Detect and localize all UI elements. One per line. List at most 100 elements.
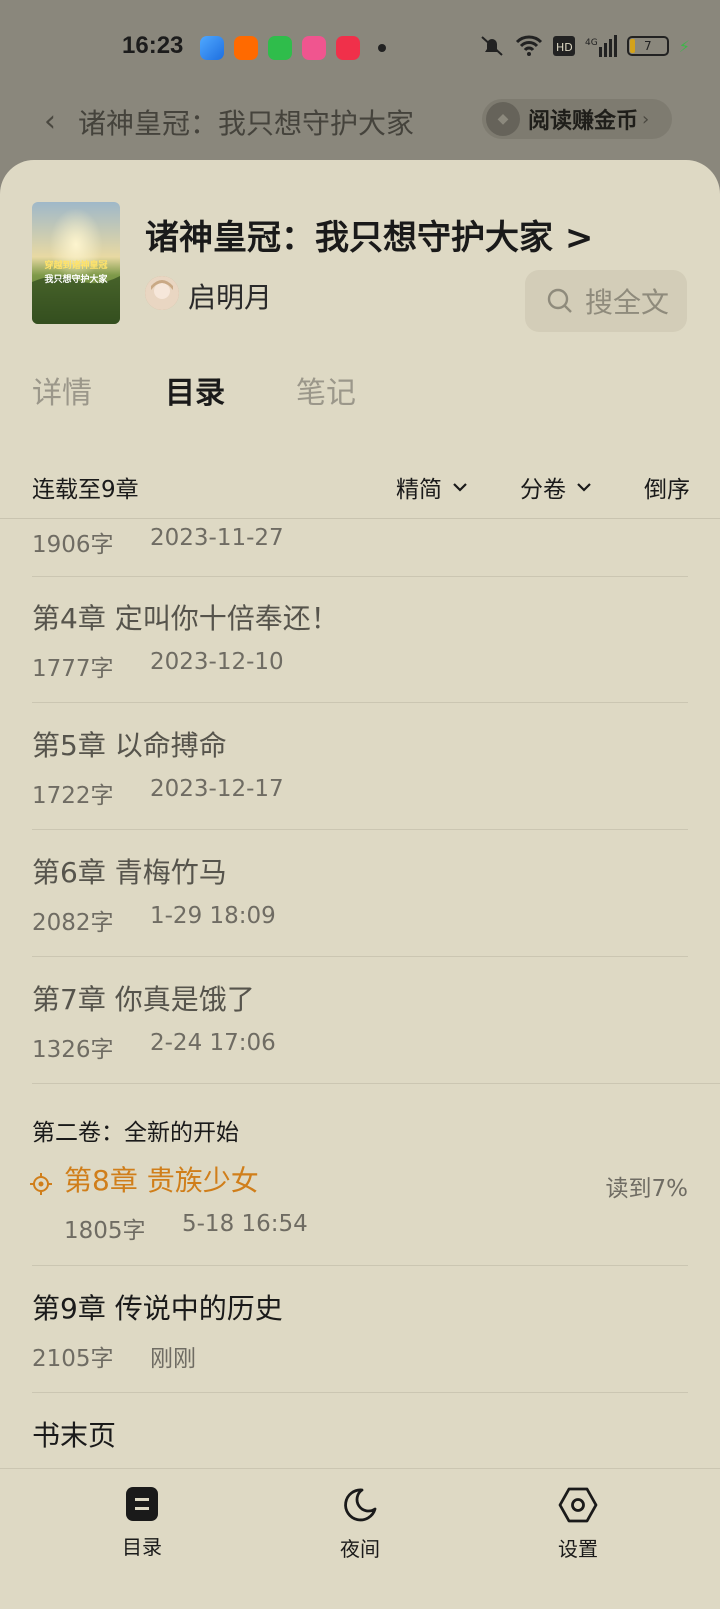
status-time: 16:23 [122, 32, 184, 59]
battery-icon: 7 [626, 36, 669, 56]
notification-icons [200, 36, 386, 60]
tab-catalog[interactable]: 目录 [165, 368, 225, 412]
chapter-row[interactable]: 1906字 2023-11-27 [32, 525, 688, 559]
volume-dropdown[interactable]: 分卷 [520, 470, 592, 504]
chapter-list[interactable]: 1906字 2023-11-27 第4章 定叫你十倍奉还！ 1777字 2023… [0, 519, 720, 1471]
volume-title: 第二卷：全新的开始 [32, 1120, 239, 1146]
more-notifications-icon [378, 44, 386, 52]
chapter-date: 2-24 17:06 [150, 1030, 276, 1056]
filter-label: 精简 [396, 477, 442, 503]
app-green-icon [268, 36, 292, 60]
filter-dropdown[interactable]: 精简 [396, 470, 468, 504]
book-title-link[interactable]: 诸神皇冠：我只想守护大家 > [145, 210, 593, 259]
cover-text-line1: 穿越到诸神皇冠 [44, 259, 107, 271]
hd-icon: HD [552, 36, 575, 56]
chapter-date: 2023-11-27 [150, 525, 284, 551]
reverse-order-button[interactable]: 倒序 [644, 470, 690, 504]
book-end-row[interactable]: 书末页 [32, 1414, 688, 1454]
chapter-words: 1326字 [32, 1037, 114, 1063]
chapter-date: 2023-12-17 [150, 776, 284, 802]
settings-label: 设置 [558, 1537, 598, 1561]
signal-icon: 4G [585, 35, 617, 57]
back-chevron-icon[interactable]: ‹ [44, 104, 56, 139]
serial-status: 连载至9章 [32, 477, 139, 503]
settings-icon [558, 1487, 598, 1523]
chapter-row[interactable]: 第9章 传说中的历史 2105字 刚刚 [32, 1287, 688, 1373]
svg-text:4G: 4G [585, 38, 598, 48]
earn-button-label: 阅读赚金币 [528, 109, 639, 134]
catalog-toolbar: 连载至9章 精简 分卷 倒序 [0, 450, 720, 518]
chapter-words: 1805字 [64, 1218, 146, 1244]
volume-divider [32, 1083, 720, 1084]
chapter-title: 第9章 传说中的历史 [32, 1292, 283, 1325]
row-divider [32, 956, 688, 957]
cover-text-line2: 我只想守护大家 [44, 273, 108, 285]
catalog-sheet: 穿越到诸神皇冠 我只想守护大家 诸神皇冠：我只想守护大家 > 启明月 搜全文 详… [0, 160, 720, 1609]
header-book-title: 诸神皇冠：我只想守护大家 [78, 107, 415, 140]
tab-notes[interactable]: 笔记 [296, 368, 356, 412]
row-divider [32, 1392, 688, 1393]
svg-text:HD: HD [556, 41, 573, 54]
order-label: 倒序 [644, 477, 690, 503]
chapter-title: 第5章 以命搏命 [32, 729, 227, 762]
chapter-words: 2082字 [32, 910, 114, 936]
location-target-icon [30, 1173, 52, 1195]
mute-icon [481, 36, 503, 56]
catalog-label: 目录 [122, 1535, 162, 1559]
chevron-down-icon [577, 483, 591, 492]
row-divider [32, 1265, 688, 1266]
volume-label: 分卷 [520, 477, 566, 503]
catalog-button[interactable]: 目录 [82, 1487, 202, 1560]
chapter-date: 刚刚 [150, 1346, 196, 1372]
author-avatar [145, 276, 179, 310]
search-full-text-button[interactable]: 搜全文 [525, 270, 687, 332]
settings-button[interactable]: 设置 [518, 1487, 638, 1562]
chapter-date: 2023-12-10 [150, 649, 284, 675]
chapter-title: 第8章 贵族少女 [64, 1164, 259, 1197]
night-label: 夜间 [340, 1537, 380, 1561]
row-divider [32, 829, 688, 830]
chapter-words: 2105字 [32, 1346, 114, 1372]
chapter-row[interactable]: 第4章 定叫你十倍奉还！ 1777字 2023-12-10 [32, 597, 688, 683]
book-end-label: 书末页 [32, 1419, 117, 1452]
chapter-row[interactable]: 第7章 你真是饿了 1326字 2-24 17:06 [32, 978, 688, 1064]
chapter-date: 5-18 16:54 [182, 1211, 308, 1237]
chapter-row[interactable]: 第6章 青梅竹马 2082字 1-29 18:09 [32, 851, 688, 937]
chapter-date: 1-29 18:09 [150, 903, 276, 929]
chapter-title: 第6章 青梅竹马 [32, 856, 227, 889]
book-cover[interactable]: 穿越到诸神皇冠 我只想守护大家 [32, 202, 120, 324]
chapter-meta: 1722字 2023-12-17 [32, 776, 688, 810]
tab-bar: 详情 目录 笔记 [0, 360, 720, 420]
chapter-words: 1906字 [32, 532, 114, 558]
taobao-icon [234, 36, 258, 60]
tab-details[interactable]: 详情 [32, 368, 92, 412]
reading-progress: 读到7% [605, 1176, 689, 1202]
video-play-icon [336, 36, 360, 60]
night-mode-button[interactable]: 夜间 [300, 1487, 420, 1562]
search-label: 搜全文 [585, 286, 670, 319]
app-pink-icon [302, 36, 326, 60]
bottom-toolbar: 目录 夜间 设置 [0, 1468, 720, 1609]
chapter-title: 第7章 你真是饿了 [32, 983, 255, 1016]
chapter-row-current[interactable]: 第8章 贵族少女 读到7% 1805字 5-18 16:54 [30, 1159, 689, 1245]
volume-header: 第二卷：全新的开始 [32, 1113, 688, 1147]
chapter-meta: 1805字 5-18 16:54 [64, 1211, 688, 1245]
moon-icon [344, 1488, 377, 1522]
chapter-meta: 1906字 2023-11-27 [32, 525, 688, 559]
chapter-words: 1722字 [32, 783, 114, 809]
search-icon [547, 288, 572, 313]
read-earn-coins-button[interactable]: ◆ 阅读赚金币 › [482, 99, 672, 139]
system-icons: HD 4G 7 ⚡ [479, 34, 690, 58]
chapter-meta: 2105字 刚刚 [32, 1339, 688, 1373]
app-blue-icon [200, 36, 224, 60]
status-bar: 16:23 HD 4G 7 ⚡ [0, 0, 720, 96]
catalog-icon [126, 1487, 158, 1521]
coin-icon: ◆ [486, 102, 520, 136]
author-name[interactable]: 启明月 [188, 276, 272, 316]
chapter-meta: 2082字 1-29 18:09 [32, 903, 688, 937]
chapter-meta: 1777字 2023-12-10 [32, 649, 688, 683]
row-divider [32, 576, 688, 577]
chapter-row[interactable]: 第5章 以命搏命 1722字 2023-12-17 [32, 724, 688, 810]
row-divider [32, 702, 688, 703]
chevron-right-icon: › [642, 108, 650, 130]
